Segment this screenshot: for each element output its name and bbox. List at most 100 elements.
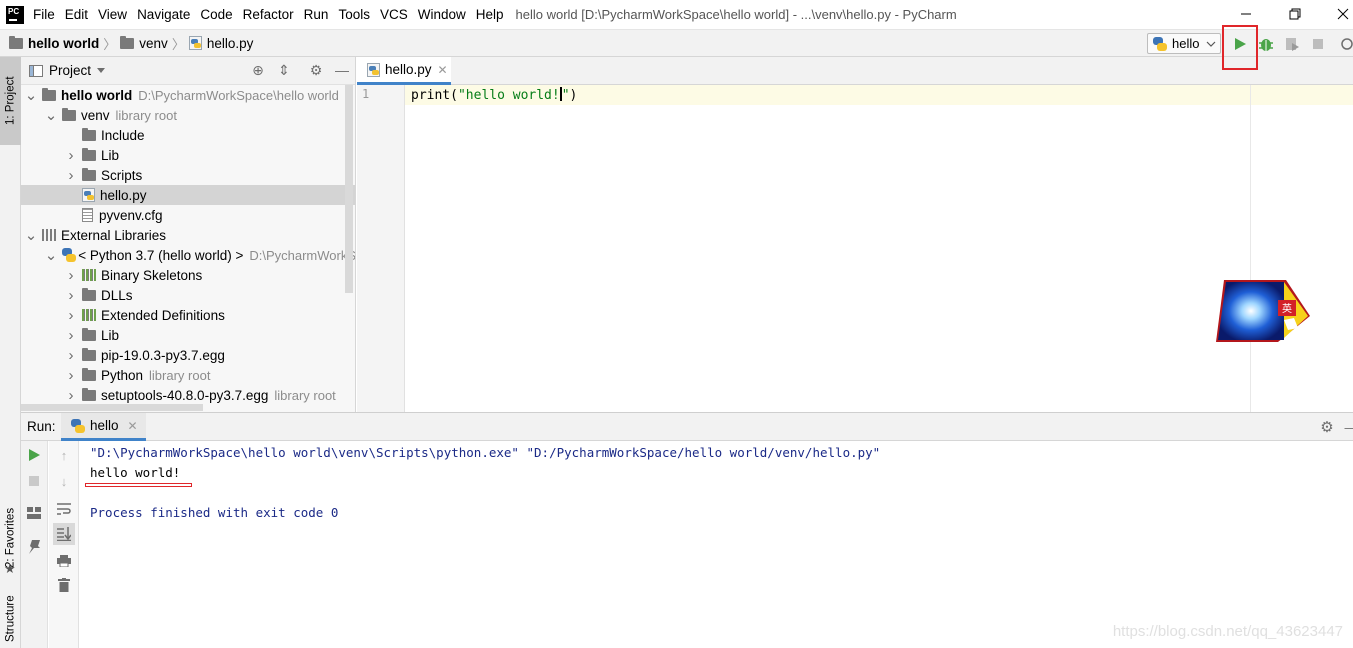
menu-navigate[interactable]: Navigate (137, 7, 190, 22)
close-tab-icon[interactable]: ✕ (438, 63, 448, 77)
editor-tab-hello-py[interactable]: hello.py ✕ (357, 57, 451, 85)
breadcrumb-project[interactable]: hello world (9, 35, 99, 51)
scroll-to-end-icon[interactable] (53, 523, 75, 545)
tree-item[interactable]: › Binary Skeletons (21, 265, 355, 285)
tree-item[interactable]: › Python library root (21, 365, 355, 385)
folder-icon (62, 107, 76, 121)
chevron-right-icon[interactable]: › (65, 307, 77, 324)
tree-item[interactable]: › Extended Definitions (21, 305, 355, 325)
print-icon[interactable] (54, 551, 74, 571)
menu-bar: PC File Edit View Navigate Code Refactor… (0, 0, 1353, 29)
tree-item[interactable]: › Lib (21, 145, 355, 165)
tree-item[interactable]: hello.py (21, 185, 355, 205)
tree-item[interactable]: › setuptools-40.8.0-py3.7.egg library root (21, 385, 355, 405)
folder-icon (82, 287, 96, 301)
tree-item[interactable]: › Lib (21, 325, 355, 345)
tree-item-label: hello world (61, 87, 133, 103)
close-tab-icon[interactable]: ✕ (128, 419, 138, 433)
menu-file[interactable]: File (33, 7, 55, 22)
tree-item-label: Lib (101, 327, 120, 343)
project-panel-title[interactable]: Project (49, 63, 91, 78)
tree-item[interactable]: ⌄ hello world D:\PycharmWorkSpace\hello wo… (21, 85, 355, 105)
chevron-right-icon[interactable]: › (65, 387, 77, 404)
run-with-coverage-button[interactable] (1282, 34, 1302, 54)
chevron-down-icon[interactable]: ⌄ (45, 106, 58, 124)
minimize-icon[interactable] (1236, 4, 1256, 24)
run-config-select[interactable]: hello (1147, 33, 1221, 54)
chevron-right-icon[interactable]: › (65, 287, 77, 304)
menu-tools[interactable]: Tools (338, 7, 370, 22)
floating-widget-logo[interactable]: 英 (1214, 278, 1310, 344)
hide-icon[interactable]: — (1341, 417, 1353, 437)
locate-icon[interactable]: ⊕ (250, 62, 266, 78)
chevron-right-icon[interactable]: › (65, 167, 77, 184)
close-icon[interactable] (1333, 4, 1353, 24)
breadcrumb-label: hello.py (206, 35, 254, 51)
breadcrumb-venv[interactable]: venv (120, 35, 168, 51)
pin-icon[interactable] (24, 537, 44, 557)
menu-help[interactable]: Help (476, 7, 504, 22)
python-file-icon (188, 36, 202, 50)
console-exit-message: Process finished with exit code 0 (90, 505, 339, 520)
hide-icon[interactable]: — (334, 62, 350, 78)
menu-refactor[interactable]: Refactor (243, 7, 294, 22)
run-tab-hello[interactable]: hello ✕ (61, 413, 146, 441)
menu-view[interactable]: View (98, 7, 127, 22)
tree-item-label: Lib (101, 147, 120, 163)
tree-item[interactable]: › DLLs (21, 285, 355, 305)
chevron-right-icon[interactable]: › (65, 327, 77, 344)
chevron-down-icon[interactable]: ⌄ (25, 226, 38, 244)
trash-icon[interactable] (54, 575, 74, 595)
console-program-output: hello world! (90, 465, 181, 480)
watermark: https://blog.csdn.net/qq_43623447 (1112, 623, 1343, 640)
chevron-down-icon[interactable]: ⌄ (25, 86, 38, 104)
rerun-button[interactable] (24, 445, 44, 465)
tree-item[interactable]: › Scripts (21, 165, 355, 185)
folder-icon (42, 87, 56, 101)
breadcrumb-file[interactable]: hello.py (188, 35, 254, 51)
tree-item[interactable]: ⌄ < Python 3.7 (hello world) > D:\PycharmW… (21, 245, 355, 265)
tree-item[interactable]: ⌄ venv library root (21, 105, 355, 125)
tree-item[interactable]: pyvenv.cfg (21, 205, 355, 225)
gear-icon[interactable]: ⚙ (1317, 417, 1337, 437)
star-icon: ★ (4, 561, 16, 576)
menu-code[interactable]: Code (200, 7, 232, 22)
menu-edit[interactable]: Edit (65, 7, 88, 22)
chevron-right-icon: 〉 (103, 36, 117, 52)
library-icon (82, 309, 96, 321)
restore-icon[interactable] (1285, 4, 1305, 24)
collapse-all-icon[interactable]: ⇕ (276, 62, 292, 78)
tool-tab-project[interactable]: 1: Project (0, 57, 21, 145)
search-button[interactable] (1337, 34, 1353, 54)
svg-text:英: 英 (1282, 302, 1292, 315)
gear-icon[interactable]: ⚙ (308, 62, 324, 78)
tree-item-label: < Python 3.7 (hello world) > (78, 247, 244, 263)
tree-item[interactable]: Include (21, 125, 355, 145)
tree-item[interactable]: ⌄ External Libraries (21, 225, 355, 245)
debug-button[interactable] (1256, 34, 1276, 54)
horizontal-scrollbar[interactable] (21, 404, 203, 411)
tree-item[interactable]: › pip-19.0.3-py3.7.egg (21, 345, 355, 365)
soft-wrap-icon[interactable] (54, 499, 74, 519)
console-output[interactable]: "D:\PycharmWorkSpace\hello world\venv\Sc… (90, 443, 880, 523)
chevron-down-icon[interactable] (97, 68, 106, 73)
stop-button[interactable] (24, 471, 44, 491)
tree-item-label: setuptools-40.8.0-py3.7.egg (101, 387, 269, 403)
vertical-scrollbar[interactable] (345, 85, 353, 293)
arrow-down-icon[interactable]: ↓ (54, 471, 74, 491)
tree-item-label: pip-19.0.3-py3.7.egg (101, 347, 225, 363)
menu-vcs[interactable]: VCS (380, 7, 408, 22)
code-line[interactable]: print("hello world! ") (411, 87, 577, 103)
menu-run[interactable]: Run (304, 7, 329, 22)
chevron-right-icon[interactable]: › (65, 267, 77, 284)
tool-tab-structure[interactable]: Structure (0, 589, 21, 648)
chevron-right-icon[interactable]: › (65, 367, 77, 384)
chevron-down-icon[interactable]: ⌄ (45, 246, 58, 264)
chevron-right-icon[interactable]: › (65, 147, 77, 164)
stop-button[interactable] (1308, 34, 1328, 54)
menu-window[interactable]: Window (418, 7, 466, 22)
project-view-icon (29, 64, 43, 77)
restore-layout-button[interactable] (24, 503, 44, 523)
chevron-right-icon[interactable]: › (65, 347, 77, 364)
arrow-up-icon[interactable]: ↑ (54, 445, 74, 465)
